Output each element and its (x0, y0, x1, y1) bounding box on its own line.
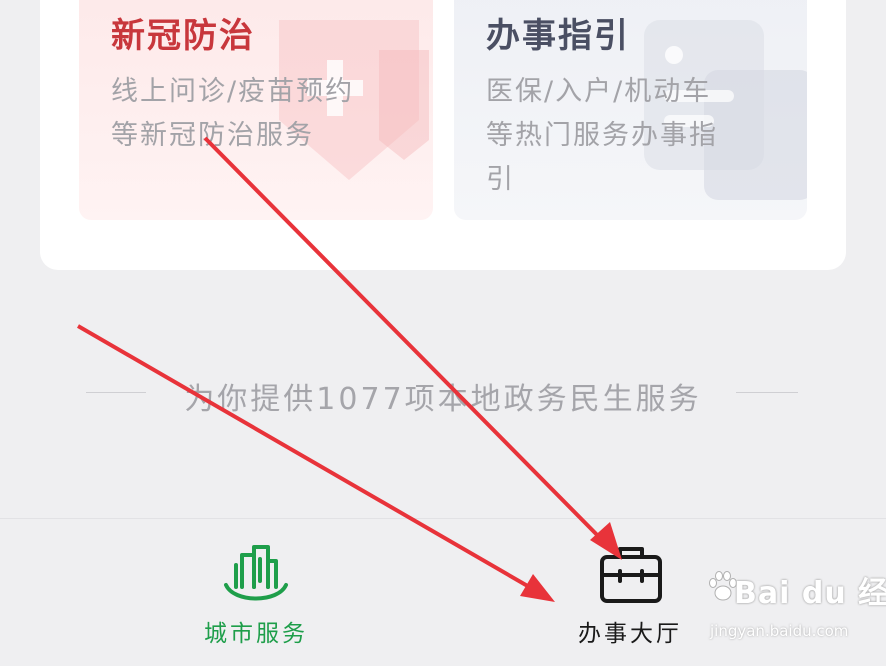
tab-city-services[interactable]: 城市服务 (156, 519, 356, 666)
tab-city-services-label: 城市服务 (204, 621, 308, 647)
tab-service-hall[interactable]: 办事大厅 (530, 519, 730, 666)
covid-tile-description: 线上问诊/疫苗预约等新冠防治服务 (111, 76, 355, 151)
briefcase-icon (600, 547, 662, 603)
covid-prevention-tile[interactable]: 新冠防治 线上问诊/疫苗预约等新冠防治服务 (79, 0, 433, 220)
service-guide-tile[interactable]: 办事指引 医保/入户/机动车等热门服务办事指引 (454, 0, 807, 220)
guide-tile-title: 办事指引 (486, 16, 630, 56)
city-buildings-icon (224, 545, 288, 601)
covid-tile-title: 新冠防治 (111, 16, 255, 56)
service-count-text: 为你提供1077项本地政务民生服务 (184, 382, 702, 417)
tab-service-hall-label: 办事大厅 (578, 621, 682, 647)
guide-tile-description: 医保/入户/机动车等热门服务办事指引 (486, 76, 718, 195)
bottom-tab-bar: 城市服务 办事大厅 (0, 518, 886, 666)
